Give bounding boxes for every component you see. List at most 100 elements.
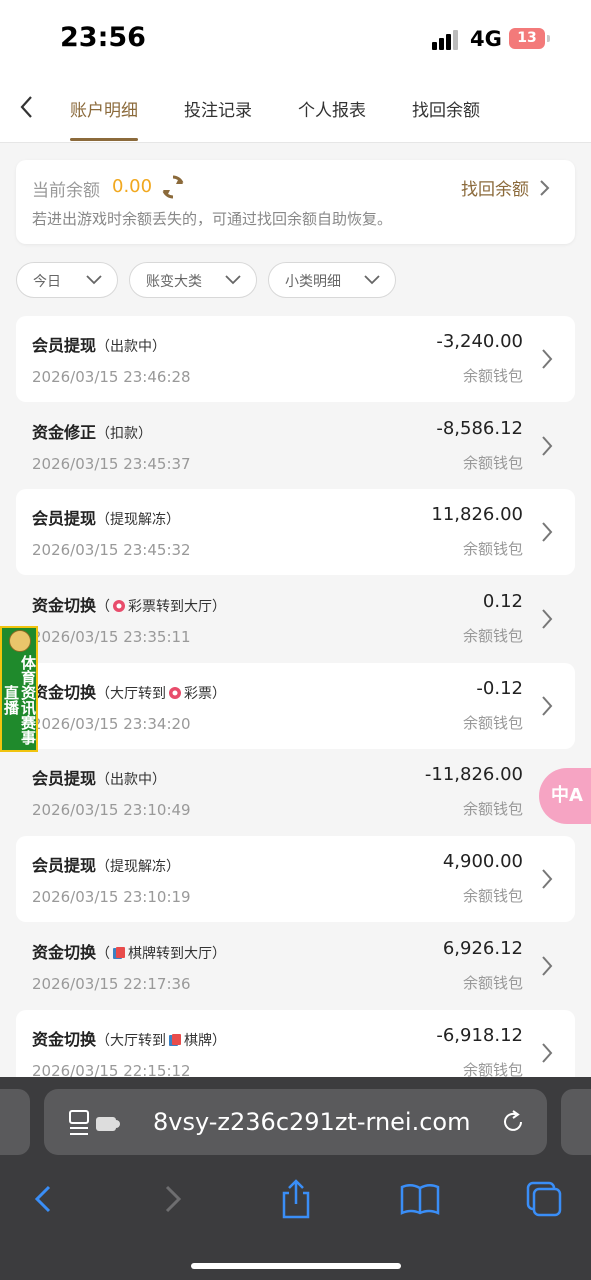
transaction-title: 资金修正（扣款） [32,422,153,442]
status-time: 23:56 [60,22,146,53]
book-icon [400,1184,440,1215]
transaction-title: 会员提现（出款中） [32,336,167,355]
chevron-right-icon [540,179,550,196]
transaction-title: 资金切换（大厅转到 棋牌） [32,1029,227,1049]
chevron-right-icon [542,349,553,369]
filter-date[interactable]: 今日 [16,262,118,298]
browser-forward-button[interactable] [150,1177,194,1221]
transaction-wallet: 余额钱包 [462,887,523,906]
share-button[interactable] [274,1177,318,1221]
tab-bar: 账户明细 投注记录 个人报表 找回余额 [0,78,591,143]
transaction-row[interactable]: 资金切换（大厅转到 彩票） 2026/03/15 23:34:20 -0.12 余… [16,662,575,749]
battery-level: 13 [517,30,537,46]
back-button[interactable] [14,92,44,122]
ad-banner-text: 体育资讯赛事直播 [2,655,37,745]
transaction-amount: 11,826.00 [431,504,523,526]
home-indicator [191,1263,401,1269]
bookmarks-button[interactable] [398,1177,442,1221]
transaction-title: 会员提现（提现解冻） [32,509,181,529]
transaction-row[interactable]: 资金切换（大厅转到 棋牌） 2026/03/15 22:15:12 -6,918.… [16,1009,575,1079]
transaction-wallet: 余额钱包 [462,973,523,992]
transaction-row[interactable]: 会员提现（出款中） 2026/03/15 23:46:28 -3,240.00 … [16,316,575,402]
filter-category[interactable]: 账变大类 [129,262,257,298]
balance-label: 当前余额 [32,181,100,201]
balance-note: 若进出游戏时余额丢失的，可通过找回余额自助恢复。 [32,210,393,228]
page-settings-icon [69,1110,120,1135]
tab-recover-balance[interactable]: 找回余额 [412,96,480,121]
status-bar: 23:56 4G 13 [0,0,591,78]
tabs-icon [526,1181,562,1217]
network-type: 4G [470,27,502,51]
transaction-date: 2026/03/15 23:10:19 [32,888,191,907]
chevron-right-icon [542,1042,553,1063]
tab-account-details[interactable]: 账户明细 [70,96,138,121]
transaction-row[interactable]: 会员提现（提现解冻） 2026/03/15 23:10:19 4,900.00 … [16,836,575,923]
balance-card: 当前余额 0.00 找回余额 若进出游戏时余额丢失的，可通过找回余额自助恢复。 [16,160,575,244]
address-bar[interactable]: 8vsy-z236c291zt-rnei.com [44,1089,547,1155]
transaction-title: 会员提现（出款中） [32,769,167,789]
transaction-row[interactable]: 资金切换（ 棋牌转到大厅） 2026/03/15 22:17:36 6,926.1… [16,923,575,1009]
ball-icon [9,630,31,652]
transaction-wallet: 余额钱包 [462,713,523,732]
browser-back-button[interactable] [22,1177,66,1221]
lottery-icon [169,686,182,699]
transaction-title: 资金切换（ 彩票转到大厅） [32,596,227,616]
transaction-title: 资金切换（大厅转到 彩票） [32,682,227,702]
transaction-wallet: 余额钱包 [462,540,523,559]
next-tab-preview[interactable] [561,1089,591,1155]
transaction-date: 2026/03/15 23:45:37 [32,454,191,473]
chevron-down-icon [86,275,102,285]
filter-subcategory-label: 小类明细 [285,274,341,290]
chevron-left-icon [20,96,32,118]
signal-icon [432,30,460,50]
filter-date-label: 今日 [33,274,61,290]
chevron-right-icon [542,956,553,976]
chevron-right-icon [165,1185,182,1213]
transaction-date: 2026/03/15 23:10:49 [32,801,191,820]
transaction-date: 2026/03/15 23:34:20 [32,714,191,733]
translate-button[interactable]: 中A [539,768,591,824]
recover-balance-link[interactable]: 找回余额 [461,175,555,200]
chevron-right-icon [542,522,553,543]
transaction-wallet: 余额钱包 [462,367,523,385]
browser-address-area: 8vsy-z236c291zt-rnei.com [0,1077,591,1167]
transaction-amount: -8,586.12 [436,417,523,439]
filter-subcategory[interactable]: 小类明细 [268,262,396,298]
transaction-list: 会员提现（出款中） 2026/03/15 23:46:28 -3,240.00 … [16,316,575,1078]
transaction-date: 2026/03/15 22:15:12 [32,1061,191,1079]
chevron-down-icon [364,275,380,285]
transaction-date: 2026/03/15 23:45:32 [32,541,191,560]
transaction-row[interactable]: 资金修正（扣款） 2026/03/15 23:45:37 -8,586.12 余… [16,403,575,489]
tab-personal-report[interactable]: 个人报表 [298,96,366,121]
transaction-title: 资金切换（ 棋牌转到大厅） [32,942,227,962]
transaction-date: 2026/03/15 23:35:11 [32,628,191,647]
transaction-row[interactable]: 会员提现（提现解冻） 2026/03/15 23:45:32 11,826.00… [16,489,575,576]
transaction-date: 2026/03/15 23:46:28 [32,368,191,386]
tabs-button[interactable] [522,1177,566,1221]
transaction-row[interactable]: 会员提现（出款中） 2026/03/15 23:10:49 -11,826.00… [16,749,575,835]
transaction-amount: -6,918.12 [436,1024,523,1046]
chevron-right-icon [542,436,553,456]
transaction-date: 2026/03/15 22:17:36 [32,974,191,993]
sports-ad-banner[interactable]: 体育资讯赛事直播 [0,626,38,752]
balance-value: 0.00 [112,176,153,197]
cards-icon [169,1033,182,1046]
transaction-amount: -11,826.00 [424,764,523,786]
active-tab-indicator [70,138,138,141]
transaction-amount: 0.12 [482,591,523,613]
transaction-wallet: 余额钱包 [462,800,523,819]
refresh-icon[interactable] [160,174,186,200]
tab-bet-records[interactable]: 投注记录 [184,96,252,121]
reload-icon [504,1110,522,1131]
chevron-down-icon [225,275,241,285]
lottery-icon [113,600,126,613]
previous-tab-preview[interactable] [0,1089,30,1155]
chevron-left-icon [34,1185,51,1213]
chevron-right-icon [542,609,553,629]
translate-label: 中A [551,785,583,806]
transaction-title: 会员提现（提现解冻） [32,856,181,876]
transaction-row[interactable]: 资金切换（ 彩票转到大厅） 2026/03/15 23:35:11 0.12 余额… [16,576,575,662]
transaction-wallet: 余额钱包 [462,1060,523,1079]
transaction-amount: -3,240.00 [436,331,523,352]
transaction-amount: 6,926.12 [442,937,523,959]
